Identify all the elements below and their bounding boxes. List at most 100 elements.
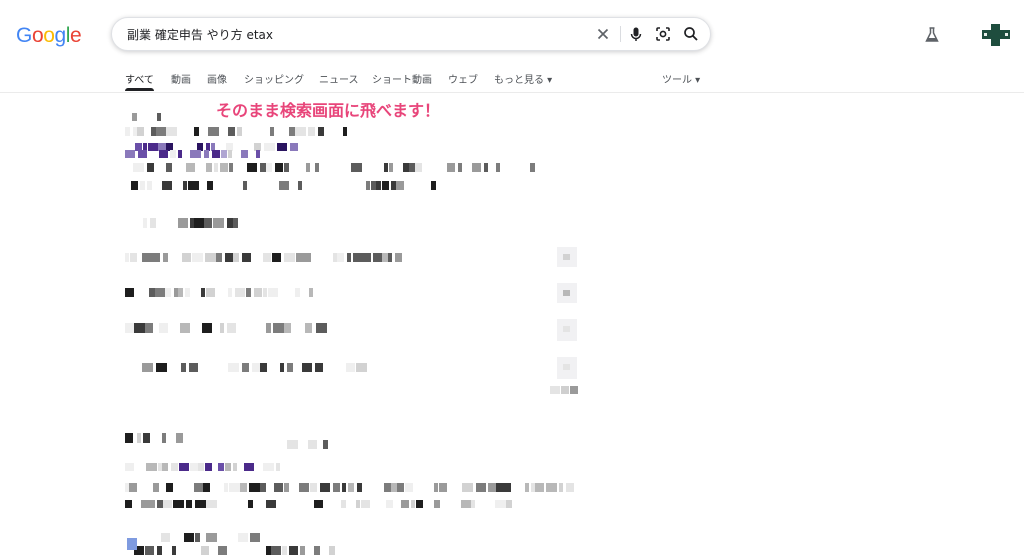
blurred-block	[252, 363, 260, 372]
search-box[interactable]: 副業 確定申告 やり方 etax	[111, 17, 711, 51]
blurred-block	[260, 163, 266, 172]
blurred-block	[125, 463, 134, 471]
tools-button[interactable]: ツール ▾	[662, 71, 700, 86]
tab-web[interactable]: ウェブ	[448, 71, 478, 86]
blurred-block	[472, 163, 481, 172]
tab-short-videos[interactable]: ショート動画	[372, 71, 432, 86]
camera-lens-icon[interactable]	[653, 24, 673, 44]
blurred-block	[396, 181, 404, 190]
blurred-block	[300, 546, 305, 555]
blurred-block	[137, 433, 141, 443]
blurred-block	[342, 483, 346, 492]
blurred-block	[229, 163, 233, 172]
search-icon[interactable]	[681, 24, 701, 44]
blurred-block	[397, 483, 404, 492]
tab-more[interactable]: もっと見る ▾	[494, 71, 552, 86]
blurred-block	[315, 363, 323, 372]
blurred-block	[205, 253, 216, 262]
blurred-block	[254, 143, 261, 151]
blurred-block	[157, 113, 161, 121]
blurred-block	[250, 533, 260, 542]
blurred-block	[266, 323, 271, 333]
tab-shopping[interactable]: ショッピング	[244, 71, 304, 86]
blurred-block	[308, 127, 315, 136]
blurred-block	[190, 218, 194, 228]
blurred-block	[382, 181, 389, 190]
blurred-block	[151, 127, 156, 136]
blurred-block	[353, 253, 361, 262]
search-divider	[620, 26, 621, 42]
blurred-block	[263, 253, 271, 262]
blurred-block	[227, 323, 236, 333]
blurred-block	[157, 546, 162, 555]
search-input[interactable]: 副業 確定申告 やり方 etax	[127, 26, 273, 43]
tab-news[interactable]: ニュース	[319, 71, 359, 86]
blurred-block	[165, 288, 171, 297]
blurred-block	[143, 433, 150, 443]
blurred-block	[323, 440, 328, 449]
blurred-block	[131, 181, 138, 190]
blurred-block	[145, 546, 154, 555]
blurred-block	[226, 143, 233, 151]
blurred-block	[125, 150, 135, 158]
blurred-block	[142, 363, 153, 372]
blurred-block	[181, 363, 186, 372]
blurred-block	[125, 483, 129, 492]
blurred-block	[221, 150, 227, 158]
blurred-block	[233, 253, 239, 262]
blurred-block	[256, 150, 260, 158]
blurred-block	[563, 254, 570, 260]
flask-icon[interactable]	[922, 25, 942, 45]
blurred-block	[248, 500, 253, 508]
blurred-block	[155, 288, 165, 297]
blurred-block	[189, 363, 198, 372]
blurred-block	[240, 483, 247, 492]
blurred-block	[563, 326, 570, 332]
blurred-block	[140, 181, 145, 190]
blurred-block	[206, 288, 215, 297]
blurred-block	[279, 181, 289, 190]
blurred-block	[125, 500, 132, 508]
blurred-block	[159, 150, 168, 158]
blurred-block	[314, 546, 320, 555]
tab-images[interactable]: 画像	[207, 71, 227, 86]
blurred-block	[401, 500, 409, 508]
blurred-block	[306, 363, 312, 372]
blurred-block	[133, 127, 137, 136]
blurred-block	[263, 463, 274, 471]
google-logo[interactable]: Google	[16, 24, 82, 48]
blurred-block	[194, 218, 204, 228]
tab-all[interactable]: すべて	[125, 71, 154, 86]
avatar-icon[interactable]	[982, 24, 1010, 46]
blurred-block	[228, 288, 232, 297]
blurred-block	[496, 483, 505, 492]
blurred-block	[180, 323, 190, 333]
blurred-block	[290, 143, 298, 151]
blurred-block	[166, 483, 173, 492]
microphone-icon[interactable]	[626, 24, 646, 44]
blurred-block	[557, 357, 577, 379]
blurred-block	[243, 181, 247, 190]
blurred-block	[361, 500, 370, 508]
blurred-block	[462, 483, 473, 492]
blurred-block	[147, 181, 152, 190]
blurred-block	[416, 500, 423, 508]
tab-videos[interactable]: 動画	[171, 71, 191, 86]
blurred-block	[182, 253, 191, 262]
close-icon[interactable]	[593, 24, 613, 44]
blurred-block	[125, 323, 134, 333]
blurred-block	[382, 253, 388, 262]
blurred-block	[315, 163, 319, 172]
blurred-block	[216, 253, 222, 262]
blurred-block	[488, 483, 496, 492]
blurred-block	[138, 150, 147, 158]
blurred-block	[530, 163, 535, 172]
blurred-block	[132, 113, 137, 121]
blurred-block	[241, 150, 248, 158]
blurred-block	[228, 150, 232, 158]
blurred-block	[211, 143, 215, 151]
blurred-block	[287, 440, 298, 449]
blurred-block	[391, 483, 397, 492]
blurred-block	[202, 323, 212, 333]
blurred-block	[201, 288, 205, 297]
